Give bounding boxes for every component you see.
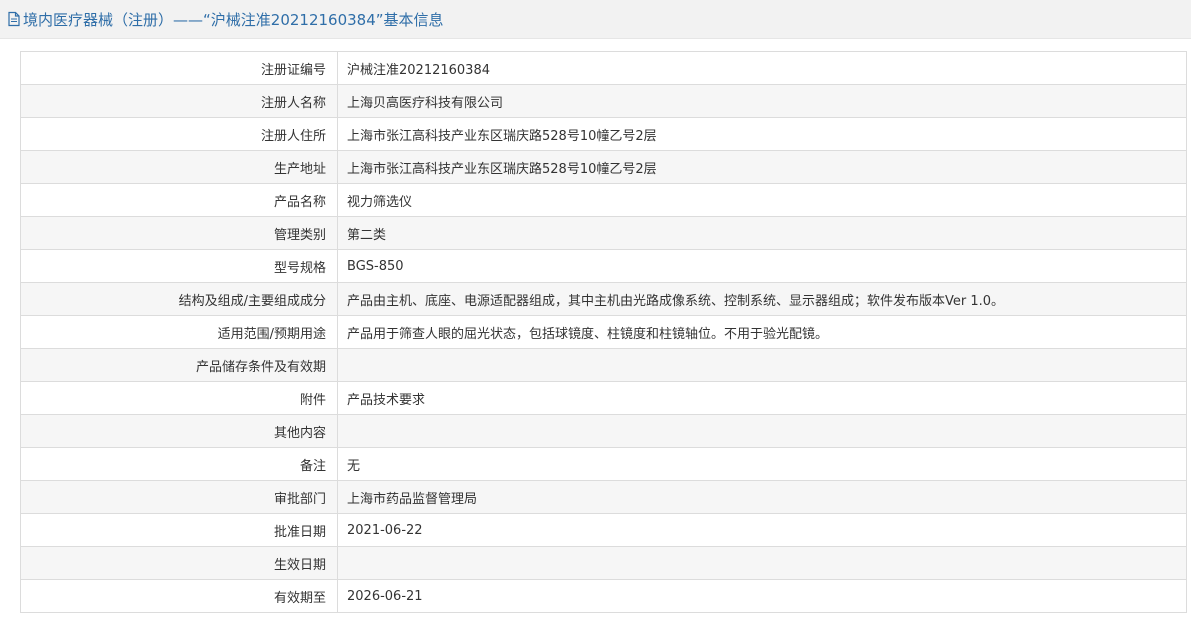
- table-row: 注册人名称 上海贝高医疗科技有限公司: [20, 84, 1187, 118]
- field-value: [337, 546, 1187, 580]
- title-bar: 境内医疗器械（注册）——“沪械注准20212160384”基本信息: [0, 0, 1191, 39]
- field-value: 产品用于筛查人眼的屈光状态，包括球镜度、柱镜度和柱镜轴位。不用于验光配镜。: [337, 315, 1187, 349]
- field-value: BGS-850: [337, 249, 1187, 283]
- field-value: 第二类: [337, 216, 1187, 250]
- field-value: 产品由主机、底座、电源适配器组成，其中主机由光路成像系统、控制系统、显示器组成；…: [337, 282, 1187, 316]
- page: 境内医疗器械（注册）——“沪械注准20212160384”基本信息 注册证编号沪…: [0, 0, 1191, 629]
- field-label: 管理类别: [20, 216, 338, 250]
- field-value: 产品技术要求: [337, 381, 1187, 415]
- field-label: 适用范围/预期用途: [20, 315, 338, 349]
- field-label: 结构及组成/主要组成成分: [20, 282, 338, 316]
- document-icon: [7, 11, 21, 27]
- table-row: 注册证编号 沪械注准20212160384: [20, 51, 1187, 85]
- field-value: 上海市张江高科技产业东区瑞庆路528号10幢乙号2层: [337, 117, 1187, 151]
- field-label: 批准日期: [20, 513, 338, 547]
- table-row: 生产地址 上海市张江高科技产业东区瑞庆路528号10幢乙号2层: [20, 150, 1187, 184]
- field-value: 上海市药品监督管理局: [337, 480, 1187, 514]
- field-value: [337, 348, 1187, 382]
- table-row: 适用范围/预期用途 产品用于筛查人眼的屈光状态，包括球镜度、柱镜度和柱镜轴位。不用…: [20, 315, 1187, 349]
- page-title: 境内医疗器械（注册）——“沪械注准20212160384”基本信息: [23, 10, 444, 29]
- field-label: 注册人名称: [20, 84, 338, 118]
- table-row: 批准日期 2021-06-22: [20, 513, 1187, 547]
- table-row: 备注无: [20, 447, 1187, 481]
- field-label: 注册人住所: [20, 117, 338, 151]
- field-label: 其他内容: [20, 414, 338, 448]
- table-row: 附件 产品技术要求: [20, 381, 1187, 415]
- field-label: 附件: [20, 381, 338, 415]
- table-row: 其他内容: [20, 414, 1187, 448]
- field-value: 视力筛选仪: [337, 183, 1187, 217]
- field-label: 产品储存条件及有效期: [20, 348, 338, 382]
- field-value: 沪械注准20212160384: [337, 51, 1187, 85]
- field-value: 2021-06-22: [337, 513, 1187, 547]
- table-row: 产品名称 视力筛选仪: [20, 183, 1187, 217]
- table-row: 注册人住所 上海市张江高科技产业东区瑞庆路528号10幢乙号2层: [20, 117, 1187, 151]
- field-value: [337, 414, 1187, 448]
- field-label: 产品名称: [20, 183, 338, 217]
- field-label: 有效期至: [20, 579, 338, 613]
- field-value: 无: [337, 447, 1187, 481]
- field-label: 生效日期: [20, 546, 338, 580]
- table-row: 审批部门 上海市药品监督管理局: [20, 480, 1187, 514]
- field-label: 审批部门: [20, 480, 338, 514]
- field-label: 备注: [20, 447, 338, 481]
- table-row: 有效期至 2026-06-21: [20, 579, 1187, 613]
- info-table: 注册证编号 沪械注准20212160384 注册人名称 上海贝高医疗科技有限公司 注册人…: [20, 51, 1187, 613]
- field-value: 上海市张江高科技产业东区瑞庆路528号10幢乙号2层: [337, 150, 1187, 184]
- field-label: 注册证编号: [20, 51, 338, 85]
- table-row: 结构及组成/主要组成成分 产品由主机、底座、电源适配器组成，其中主机由光路成像系统…: [20, 282, 1187, 316]
- field-value: 上海贝高医疗科技有限公司: [337, 84, 1187, 118]
- field-label: 型号规格: [20, 249, 338, 283]
- table-row: 产品储存条件及有效期: [20, 348, 1187, 382]
- table-row: 型号规格 BGS-850: [20, 249, 1187, 283]
- field-label: 生产地址: [20, 150, 338, 184]
- field-value: 2026-06-21: [337, 579, 1187, 613]
- table-row: 生效日期: [20, 546, 1187, 580]
- table-row: 管理类别 第二类: [20, 216, 1187, 250]
